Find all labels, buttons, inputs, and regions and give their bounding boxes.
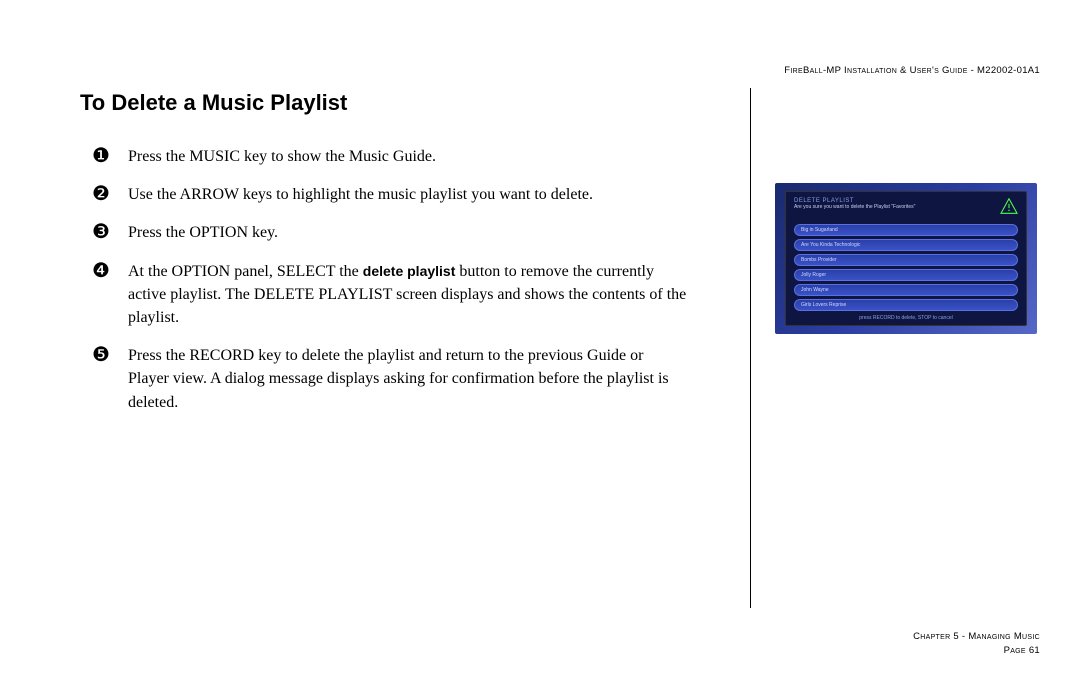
playlist-row: Jolly Roger [794, 269, 1018, 281]
screenshot-subtitle: Are you sure you want to delete the Play… [794, 204, 915, 211]
page-footer: Chapter 5 - Managing Music Page 61 [913, 630, 1040, 659]
footer-chapter: Chapter 5 - Managing Music [913, 630, 1040, 644]
screenshot-rows: Big in Sugarland Are You Kinda Technolog… [794, 224, 1018, 311]
step-item: ❶ Press the MUSIC key to show the Music … [80, 144, 720, 168]
screenshot-title-block: DELETE PLAYLIST Are you sure you want to… [794, 198, 915, 211]
step-number-icon: ❷ [80, 182, 128, 206]
step-item: ❺ Press the RECORD key to delete the pla… [80, 343, 720, 414]
step-number-icon: ❸ [80, 220, 128, 244]
screenshot-thumbnail: DELETE PLAYLIST Are you sure you want to… [775, 183, 1037, 334]
step-number-icon: ❺ [80, 343, 128, 367]
screenshot-header-row: DELETE PLAYLIST Are you sure you want to… [794, 198, 1018, 214]
document-page: FireBall-MP Installation & User's Guide … [0, 0, 1080, 698]
vertical-divider [750, 88, 751, 608]
bold-term: delete playlist [363, 263, 456, 279]
playlist-row: John Wayne [794, 284, 1018, 296]
playlist-row: Bombs Provider [794, 254, 1018, 266]
step-text: Press the MUSIC key to show the Music Gu… [128, 144, 436, 168]
footer-page-number: Page 61 [913, 644, 1040, 658]
playlist-row: Are You Kinda Technologic [794, 239, 1018, 251]
step-number-icon: ❶ [80, 144, 128, 168]
step-text-part: At the OPTION panel, SELECT the [128, 263, 363, 280]
steps-column: ❶ Press the MUSIC key to show the Music … [80, 144, 720, 428]
step-item: ❹ At the OPTION panel, SELECT the delete… [80, 259, 720, 330]
step-item: ❷ Use the ARROW keys to highlight the mu… [80, 182, 720, 206]
step-text: Press the OPTION key. [128, 220, 278, 244]
step-text: At the OPTION panel, SELECT the delete p… [128, 259, 688, 330]
playlist-row: Girls Lovers Reprise [794, 299, 1018, 311]
warning-triangle-icon [1000, 198, 1018, 214]
section-heading: To Delete a Music Playlist [80, 90, 1040, 116]
header-running-title: FireBall-MP Installation & User's Guide … [784, 65, 1040, 76]
step-text: Press the RECORD key to delete the playl… [128, 343, 688, 414]
step-text: Use the ARROW keys to highlight the musi… [128, 182, 593, 206]
step-number-icon: ❹ [80, 259, 128, 283]
playlist-row: Big in Sugarland [794, 224, 1018, 236]
step-item: ❸ Press the OPTION key. [80, 220, 720, 244]
screenshot-panel: DELETE PLAYLIST Are you sure you want to… [785, 191, 1027, 326]
screenshot-footer-hint: press RECORD to delete, STOP to cancel [794, 315, 1018, 321]
